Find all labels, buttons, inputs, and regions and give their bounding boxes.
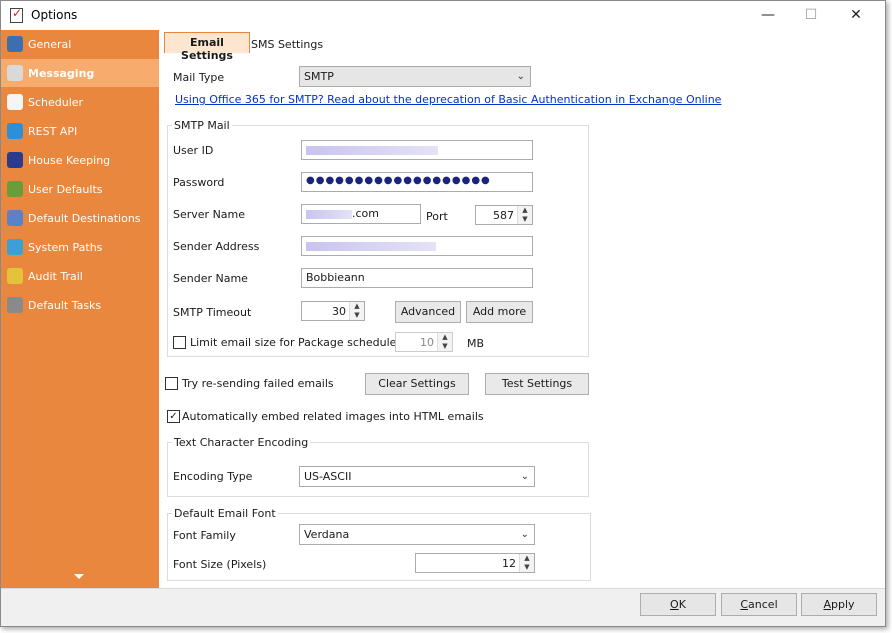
sidebar-item-label: Default Destinations: [28, 212, 141, 225]
ok-button[interactable]: OK: [640, 593, 716, 616]
dialog-footer: OK Cancel Apply: [1, 588, 885, 626]
sidebar-item-label: Scheduler: [28, 96, 84, 109]
office365-deprecation-link[interactable]: Using Office 365 for SMTP? Read about th…: [175, 93, 721, 106]
sidebar-item-label: Messaging: [28, 67, 95, 80]
port-label: Port: [426, 210, 448, 223]
add-more-button[interactable]: Add more: [466, 301, 533, 323]
sidebar-item-house-keeping[interactable]: House Keeping: [1, 146, 159, 174]
sidebar-item-rest-api[interactable]: REST API: [1, 117, 159, 145]
spin-arrows-icon[interactable]: ▲ ▼: [437, 333, 452, 351]
limit-size-checkbox[interactable]: [173, 336, 186, 349]
limit-size-stepper[interactable]: 10 ▲ ▼: [395, 332, 453, 352]
tab-email-settings[interactable]: Email Settings: [164, 32, 250, 62]
sidebar-item-label: System Paths: [28, 241, 103, 254]
scroll-down-arrow-icon[interactable]: [74, 574, 84, 579]
advanced-button[interactable]: Advanced: [395, 301, 461, 323]
sidebar-item-default-tasks[interactable]: Default Tasks: [1, 291, 159, 319]
sender-address-field[interactable]: [301, 236, 533, 256]
sidebar-item-label: REST API: [28, 125, 78, 138]
sender-name-field[interactable]: Bobbieann: [301, 268, 533, 288]
embed-images-checkbox[interactable]: ✓: [167, 410, 180, 423]
mail-type-label: Mail Type: [173, 71, 225, 84]
monitor-icon: [7, 152, 23, 168]
limit-value: 10: [420, 336, 434, 349]
chevron-down-icon: ⌄: [520, 471, 529, 482]
spin-arrows-icon[interactable]: ▲ ▼: [519, 554, 534, 572]
encoding-type-label: Encoding Type: [173, 470, 253, 483]
title-bar: ✓ Options — ☐ ✕: [1, 1, 885, 30]
sidebar-item-general[interactable]: General: [1, 30, 159, 58]
close-button[interactable]: ✕: [845, 5, 867, 25]
font-size-label: Font Size (Pixels): [173, 558, 267, 571]
font-family-value: Verdana: [304, 528, 350, 541]
sidebar-item-label: Default Tasks: [28, 299, 102, 312]
cancel-button[interactable]: Cancel: [721, 593, 797, 616]
font-family-select[interactable]: Verdana ⌄: [299, 524, 535, 545]
globe-icon: [7, 239, 23, 255]
limit-size-label: Limit email size for Package schedules: [190, 336, 403, 349]
email-settings-panel: Email Settings SMS Settings Mail Type SM…: [159, 30, 885, 588]
smtp-group-title: SMTP Mail: [172, 119, 232, 132]
timeout-value: 30: [332, 305, 346, 318]
user-id-label: User ID: [173, 144, 214, 157]
app-checklist-icon: ✓: [10, 6, 23, 23]
retry-failed-label: Try re-sending failed emails: [182, 377, 334, 390]
font-group-title: Default Email Font: [172, 507, 278, 520]
test-settings-button[interactable]: Test Settings: [485, 373, 589, 395]
sender-address-label: Sender Address: [173, 240, 260, 253]
encoding-type-select[interactable]: US-ASCII ⌄: [299, 466, 535, 487]
minimize-button[interactable]: —: [757, 5, 779, 25]
port-stepper[interactable]: 587 ▲ ▼: [475, 205, 533, 225]
encoding-group-title: Text Character Encoding: [172, 436, 311, 449]
encoding-value: US-ASCII: [304, 470, 352, 483]
folder-icon: [7, 210, 23, 226]
server-name-field[interactable]: .com: [301, 204, 421, 224]
document-icon: [7, 297, 23, 313]
sidebar-item-audit-trail[interactable]: Audit Trail: [1, 262, 159, 290]
clear-settings-button[interactable]: Clear Settings: [365, 373, 469, 395]
users-icon: [7, 181, 23, 197]
clock-icon: [7, 94, 23, 110]
embed-images-label: Automatically embed related images into …: [182, 410, 484, 423]
sidebar-item-messaging[interactable]: Messaging: [1, 59, 159, 87]
sidebar-item-user-defaults[interactable]: User Defaults: [1, 175, 159, 203]
font-family-label: Font Family: [173, 529, 236, 542]
sidebar: General Messaging Scheduler REST API House K…: [1, 30, 159, 588]
limit-unit-label: MB: [467, 337, 485, 350]
mail-type-select[interactable]: SMTP ⌄: [299, 66, 531, 87]
clipboard-icon: [7, 36, 23, 52]
font-size-stepper[interactable]: 12 ▲ ▼: [415, 553, 535, 573]
server-suffix: .com: [352, 207, 379, 220]
sidebar-item-label: Audit Trail: [28, 270, 83, 283]
options-window: ✓ Options — ☐ ✕ General Messaging Schedule…: [0, 0, 886, 627]
apply-button[interactable]: Apply: [801, 593, 877, 616]
mail-type-value: SMTP: [304, 70, 334, 83]
sidebar-item-label: General: [28, 38, 72, 51]
password-label: Password: [173, 176, 225, 189]
maximize-button[interactable]: ☐: [800, 5, 822, 25]
sidebar-item-label: House Keeping: [28, 154, 111, 167]
sidebar-item-label: User Defaults: [28, 183, 103, 196]
tab-sms-settings[interactable]: SMS Settings: [251, 35, 323, 56]
sidebar-item-system-paths[interactable]: System Paths: [1, 233, 159, 261]
port-value: 587: [493, 209, 514, 222]
sidebar-item-default-destinations[interactable]: Default Destinations: [1, 204, 159, 232]
key-icon: [7, 268, 23, 284]
chevron-down-icon: ⌄: [516, 71, 525, 82]
server-name-label: Server Name: [173, 208, 246, 221]
window-title: Options: [31, 8, 78, 22]
envelope-icon: [7, 65, 23, 81]
retry-failed-checkbox[interactable]: [165, 377, 178, 390]
font-size-value: 12: [502, 557, 516, 570]
smtp-timeout-label: SMTP Timeout: [173, 306, 252, 319]
spin-arrows-icon[interactable]: ▲ ▼: [349, 302, 364, 320]
sender-name-label: Sender Name: [173, 272, 248, 285]
smtp-timeout-stepper[interactable]: 30 ▲ ▼: [301, 301, 365, 321]
spin-arrows-icon[interactable]: ▲ ▼: [517, 206, 532, 224]
user-id-field[interactable]: [301, 140, 533, 160]
sidebar-item-scheduler[interactable]: Scheduler: [1, 88, 159, 116]
network-icon: [7, 123, 23, 139]
password-field[interactable]: ●●●●●●●●●●●●●●●●●●●: [301, 172, 533, 192]
chevron-down-icon: ⌄: [520, 529, 529, 540]
